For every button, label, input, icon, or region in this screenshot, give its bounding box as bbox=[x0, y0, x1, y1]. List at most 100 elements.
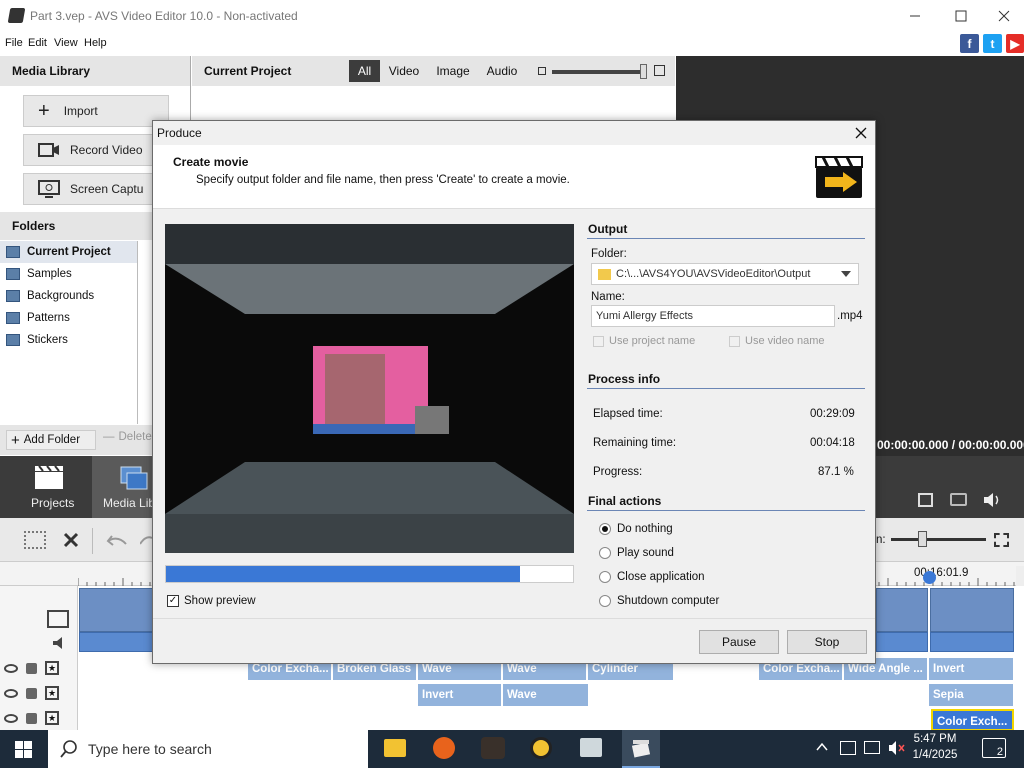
radio-do-nothing[interactable]: Do nothing bbox=[599, 523, 673, 535]
import-button[interactable]: + Import bbox=[23, 95, 169, 127]
filter-video[interactable]: Video bbox=[384, 60, 424, 82]
add-folder-button[interactable]: + Add Folder bbox=[6, 430, 96, 450]
chevron-up-icon[interactable] bbox=[816, 742, 828, 752]
radio-label: Shutdown computer bbox=[617, 595, 720, 607]
audio-clip[interactable] bbox=[79, 632, 158, 652]
fullscreen-icon[interactable] bbox=[918, 493, 933, 507]
game-app-icon[interactable] bbox=[481, 737, 505, 759]
volume-muted-icon[interactable] bbox=[887, 740, 905, 756]
folders-scrollbar[interactable] bbox=[137, 241, 138, 424]
audio-clip[interactable] bbox=[876, 632, 928, 652]
folder-label: Stickers bbox=[27, 334, 68, 346]
undo-icon[interactable] bbox=[106, 532, 128, 548]
progress-label: Progress: bbox=[593, 466, 643, 478]
record-video-label: Record Video bbox=[70, 143, 143, 157]
thumb-size-slider[interactable] bbox=[552, 70, 646, 74]
twitter-icon[interactable]: t bbox=[983, 34, 1002, 53]
volume-icon[interactable] bbox=[982, 491, 1002, 509]
zoom-slider-handle[interactable] bbox=[918, 531, 927, 547]
folder-item[interactable]: Patterns bbox=[6, 307, 70, 329]
radio-play-sound[interactable]: Play sound bbox=[599, 547, 674, 559]
stop-button[interactable]: Stop bbox=[787, 630, 867, 654]
remaining-label: Remaining time: bbox=[593, 437, 677, 449]
radio-shutdown-computer[interactable]: Shutdown computer bbox=[599, 595, 719, 607]
filter-audio[interactable]: Audio bbox=[482, 60, 522, 82]
star-icon[interactable]: ★ bbox=[45, 686, 59, 700]
media-app-icon[interactable] bbox=[530, 737, 552, 759]
star-icon[interactable]: ★ bbox=[45, 661, 59, 675]
video-clip[interactable] bbox=[930, 588, 1014, 632]
add-folder-label: Add Folder bbox=[23, 434, 81, 446]
menu-view[interactable]: View bbox=[54, 37, 78, 49]
folder-item[interactable]: Samples bbox=[6, 263, 72, 285]
snapshot-icon[interactable] bbox=[950, 493, 967, 506]
output-name-input[interactable]: Yumi Allergy Effects bbox=[591, 305, 835, 327]
effect-clip[interactable]: Invert bbox=[929, 658, 1014, 680]
minimize-button[interactable] bbox=[892, 0, 938, 32]
record-video-button[interactable]: Record Video bbox=[23, 134, 169, 166]
menu-edit[interactable]: Edit bbox=[28, 37, 47, 49]
close-icon[interactable] bbox=[855, 127, 867, 139]
storyboard-icon[interactable] bbox=[24, 531, 46, 549]
use-video-name-checkbox[interactable]: Use video name bbox=[729, 335, 825, 347]
radio-icon bbox=[599, 571, 611, 583]
fit-timeline-icon[interactable] bbox=[994, 533, 1009, 547]
show-preview-checkbox[interactable]: ✓ Show preview bbox=[167, 595, 256, 607]
effect-clip[interactable]: Wave bbox=[503, 684, 589, 706]
eye-icon[interactable] bbox=[4, 663, 18, 673]
folder-item[interactable]: Stickers bbox=[6, 329, 68, 351]
zoom-slider[interactable] bbox=[891, 538, 986, 541]
lock-icon[interactable] bbox=[26, 662, 37, 674]
system-tray-icon[interactable] bbox=[840, 741, 856, 755]
projects-mode-button[interactable]: Projects bbox=[0, 456, 100, 518]
notifications-button[interactable]: 2 bbox=[982, 738, 1006, 758]
taskbar-search[interactable]: Type here to search bbox=[48, 730, 368, 768]
effect-clip[interactable]: Invert bbox=[418, 684, 502, 706]
taskbar-clock[interactable]: 5:47 PM 1/4/2025 bbox=[910, 731, 960, 763]
output-folder-select[interactable]: C:\...\AVS4YOU\AVSVideoEditor\Output bbox=[591, 263, 859, 285]
menu-help[interactable]: Help bbox=[84, 37, 107, 49]
process-info-title: Process info bbox=[588, 372, 661, 386]
delete-folder-button[interactable]: — Delete bbox=[103, 431, 152, 443]
close-window-button[interactable] bbox=[984, 0, 1024, 32]
playhead[interactable] bbox=[923, 571, 936, 584]
lock-icon[interactable] bbox=[26, 687, 37, 699]
network-icon[interactable] bbox=[864, 741, 880, 754]
file-explorer-icon[interactable] bbox=[384, 739, 406, 757]
maximize-button[interactable] bbox=[938, 0, 984, 32]
eye-icon[interactable] bbox=[4, 713, 18, 723]
windows-icon[interactable] bbox=[15, 741, 32, 758]
star-icon[interactable]: ★ bbox=[45, 711, 59, 725]
audio-clip[interactable] bbox=[930, 632, 1014, 652]
video-clip[interactable] bbox=[876, 588, 928, 632]
menu-file[interactable]: File bbox=[5, 37, 23, 49]
thumb-size-slider-handle[interactable] bbox=[640, 64, 647, 79]
show-preview-label: Show preview bbox=[184, 595, 256, 607]
use-project-name-checkbox[interactable]: Use project name bbox=[593, 335, 695, 347]
delete-icon[interactable] bbox=[63, 532, 79, 548]
youtube-icon[interactable]: ▶ bbox=[1006, 34, 1024, 53]
radio-close-application[interactable]: Close application bbox=[599, 571, 705, 583]
filter-image[interactable]: Image bbox=[432, 60, 474, 82]
thumb-size-small-icon[interactable] bbox=[538, 67, 546, 75]
redo-icon[interactable] bbox=[140, 532, 152, 548]
lock-icon[interactable] bbox=[26, 712, 37, 724]
video-clip[interactable] bbox=[79, 588, 158, 632]
effect-clip-selected[interactable]: Color Exch... bbox=[931, 709, 1014, 731]
screen-capture-button[interactable]: Screen Captu bbox=[23, 173, 167, 205]
firefox-icon[interactable] bbox=[433, 737, 455, 759]
facebook-icon[interactable]: f bbox=[960, 34, 979, 53]
photos-app-icon[interactable] bbox=[580, 738, 602, 757]
media-library-mode-button[interactable]: Media Libr bbox=[92, 456, 152, 518]
eye-icon[interactable] bbox=[4, 688, 18, 698]
thumb-size-large-icon[interactable] bbox=[654, 65, 665, 76]
filter-all[interactable]: All bbox=[349, 60, 380, 82]
folder-icon bbox=[6, 246, 20, 258]
audio-track-icon bbox=[53, 637, 62, 649]
folder-item[interactable]: Backgrounds bbox=[6, 285, 94, 307]
elapsed-value: 00:29:09 bbox=[810, 408, 855, 420]
effect-clip[interactable]: Sepia bbox=[929, 684, 1014, 706]
pause-button[interactable]: Pause bbox=[699, 630, 779, 654]
media-library-header: Media Library bbox=[0, 56, 190, 86]
folder-item[interactable]: Current Project bbox=[6, 241, 111, 263]
